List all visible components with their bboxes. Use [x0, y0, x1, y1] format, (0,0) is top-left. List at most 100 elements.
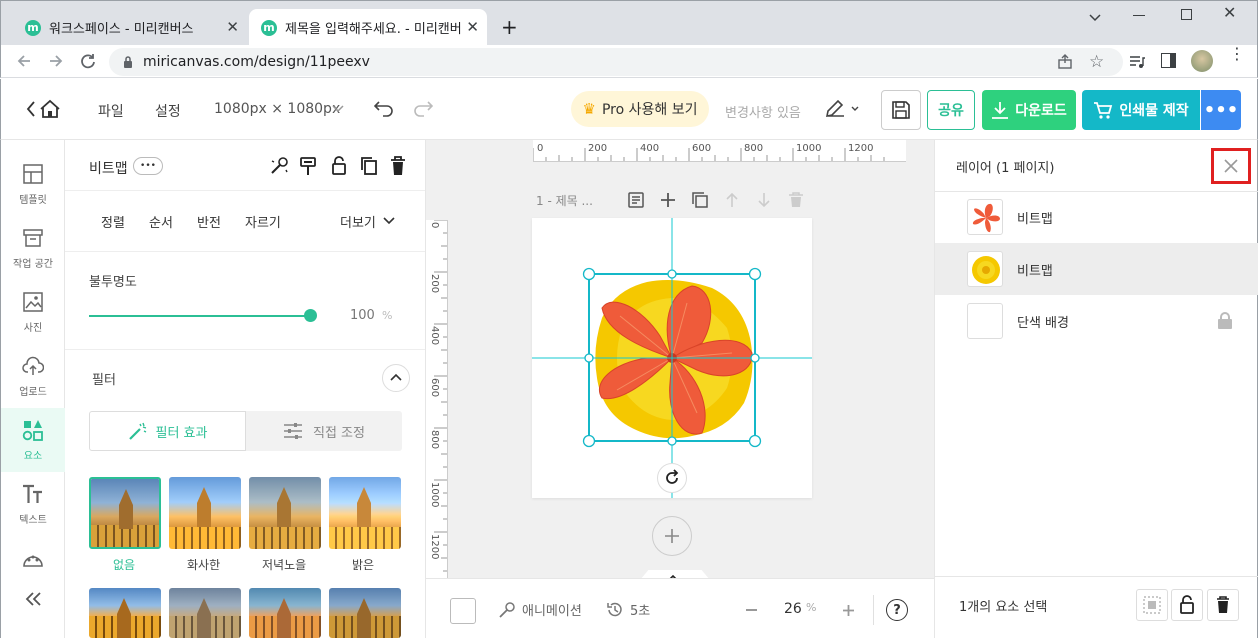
close-tab-icon[interactable]: ✕: [226, 18, 239, 36]
back-home-button[interactable]: [25, 99, 65, 119]
undo-icon[interactable]: [374, 99, 394, 117]
delete-element-button[interactable]: [1207, 589, 1239, 621]
side-panel-icon[interactable]: [1161, 53, 1176, 68]
filter-thumb[interactable]: [89, 588, 161, 638]
delete-icon[interactable]: [390, 156, 406, 176]
layer-item-yellow-flower[interactable]: 비트맵: [935, 243, 1258, 295]
layer-thumbnail: [967, 199, 1003, 235]
new-tab-icon[interactable]: +: [501, 15, 518, 39]
layer-name: 단색 배경: [1017, 315, 1069, 331]
filter-thumb-none[interactable]: [89, 477, 161, 549]
filter-thumb[interactable]: [169, 588, 241, 638]
filter-label-light: 밝은: [352, 558, 375, 572]
left-ruler: 0 200 400 600 800 1000 1200: [426, 220, 448, 578]
move-page-up-icon[interactable]: [724, 192, 740, 208]
tab-filter-effect[interactable]: 필터 효과: [89, 411, 246, 451]
bookmark-star-icon[interactable]: ☆: [1089, 52, 1104, 72]
sidebar-item-text[interactable]: 텍스트: [1, 472, 65, 536]
workspace-icon: [23, 228, 43, 247]
pen-icon[interactable]: [824, 99, 860, 119]
filter-collapse-button[interactable]: [382, 364, 410, 392]
filter-thumb[interactable]: [249, 588, 321, 638]
browser-tab-workspace[interactable]: m 워크스페이스 - 미리캔버스 ✕: [15, 9, 247, 46]
share-button[interactable]: 공유: [927, 90, 975, 130]
opacity-value[interactable]: 100: [350, 308, 375, 323]
menu-align[interactable]: 정렬: [101, 212, 125, 231]
lock-icon[interactable]: [1217, 312, 1233, 330]
add-page-icon[interactable]: [660, 192, 676, 208]
media-control-icon[interactable]: [1129, 54, 1145, 70]
close-window-icon[interactable]: ✕: [1223, 3, 1236, 22]
sidebar-item-photo[interactable]: 사진: [1, 280, 65, 344]
layer-item-hibiscus[interactable]: 비트맵: [935, 191, 1258, 243]
paint-roller-icon[interactable]: [299, 156, 317, 176]
back-icon[interactable]: [15, 52, 33, 70]
tab-search-icon[interactable]: [1087, 9, 1103, 25]
share-page-icon[interactable]: [1057, 54, 1073, 70]
artboard[interactable]: [532, 218, 812, 498]
group-button[interactable]: [1136, 589, 1168, 621]
collapse-sidebar-icon[interactable]: [25, 592, 43, 606]
maximize-icon[interactable]: [1181, 9, 1192, 20]
rotate-handle[interactable]: [657, 463, 687, 493]
browser-menu-icon[interactable]: ⋮: [1229, 46, 1245, 62]
menu-crop[interactable]: 자르기: [245, 212, 281, 231]
element-more-badge[interactable]: •••: [133, 157, 163, 175]
sidebar-item-workspace[interactable]: 작업 공간: [1, 216, 65, 280]
close-layers-button[interactable]: [1211, 148, 1251, 184]
animation-button[interactable]: 애니메이션: [498, 600, 582, 619]
sidebar-item-elements[interactable]: 요소: [1, 408, 65, 472]
download-button[interactable]: 다운로드: [982, 90, 1076, 130]
more-options-button[interactable]: •••: [1201, 90, 1241, 130]
filter-thumb-light[interactable]: [329, 477, 401, 549]
page-memo-icon[interactable]: [628, 192, 644, 208]
history-icon: [607, 602, 622, 616]
miricanvas-favicon: m: [261, 19, 277, 36]
chevron-down-icon: [383, 217, 395, 225]
filter-thumb-sunset[interactable]: [249, 477, 321, 549]
close-tab-icon[interactable]: ✕: [466, 18, 479, 36]
ruler-label: 200: [588, 143, 608, 154]
lock-element-button[interactable]: [1171, 589, 1203, 621]
print-order-button[interactable]: 인쇄물 제작: [1082, 90, 1200, 130]
opacity-slider-track[interactable]: [89, 315, 311, 317]
flower-image[interactable]: [532, 218, 812, 498]
duplicate-icon[interactable]: [360, 156, 378, 176]
browser-tab-design[interactable]: m 제목을 입력해주세요. - 미리캔버 ✕: [249, 9, 487, 46]
delete-page-icon[interactable]: [788, 192, 804, 208]
save-button[interactable]: [881, 90, 921, 130]
sidebar-item-upload[interactable]: 업로드: [1, 344, 65, 408]
help-button[interactable]: ?: [886, 599, 908, 621]
settings-menu[interactable]: 설정: [155, 101, 181, 121]
zoom-value[interactable]: 26: [784, 601, 802, 617]
minimize-icon[interactable]: [1133, 15, 1145, 16]
address-bar[interactable]: miricanvas.com/design/11peexv ☆: [109, 48, 1123, 76]
canvas-size-dropdown[interactable]: 1080px × 1080px: [214, 101, 340, 117]
menu-more[interactable]: 더보기: [340, 212, 376, 231]
layer-item-background[interactable]: 단색 배경: [935, 295, 1258, 347]
file-menu[interactable]: 파일: [98, 101, 124, 121]
add-page-button[interactable]: [652, 516, 692, 556]
unlock-icon[interactable]: [331, 156, 347, 176]
tab-manual-adjust[interactable]: 직접 조정: [246, 411, 402, 451]
menu-order[interactable]: 순서: [149, 212, 173, 231]
menu-flip[interactable]: 반전: [197, 212, 221, 231]
sidebar-item-palette[interactable]: [1, 540, 65, 588]
reload-icon[interactable]: [79, 52, 97, 70]
move-page-down-icon[interactable]: [756, 192, 772, 208]
zoom-in-icon[interactable]: [843, 605, 854, 616]
zoom-out-icon[interactable]: [746, 609, 757, 611]
duration-button[interactable]: 5초: [606, 600, 650, 619]
duplicate-page-icon[interactable]: [692, 192, 708, 208]
animation-magic-icon[interactable]: [269, 156, 289, 176]
opacity-slider-handle[interactable]: [304, 309, 317, 322]
sidebar-item-template[interactable]: 템플릿: [1, 152, 65, 216]
filter-thumb[interactable]: [329, 588, 401, 638]
filter-thumb-bright[interactable]: [169, 477, 241, 549]
page-label[interactable]: 1 - 제목 ...: [536, 192, 593, 209]
background-color-swatch[interactable]: [450, 598, 476, 624]
forward-icon[interactable]: [47, 52, 65, 70]
redo-icon[interactable]: [413, 99, 433, 117]
profile-avatar[interactable]: [1191, 50, 1213, 72]
pro-trial-button[interactable]: ♛ Pro 사용해 보기: [571, 91, 709, 127]
